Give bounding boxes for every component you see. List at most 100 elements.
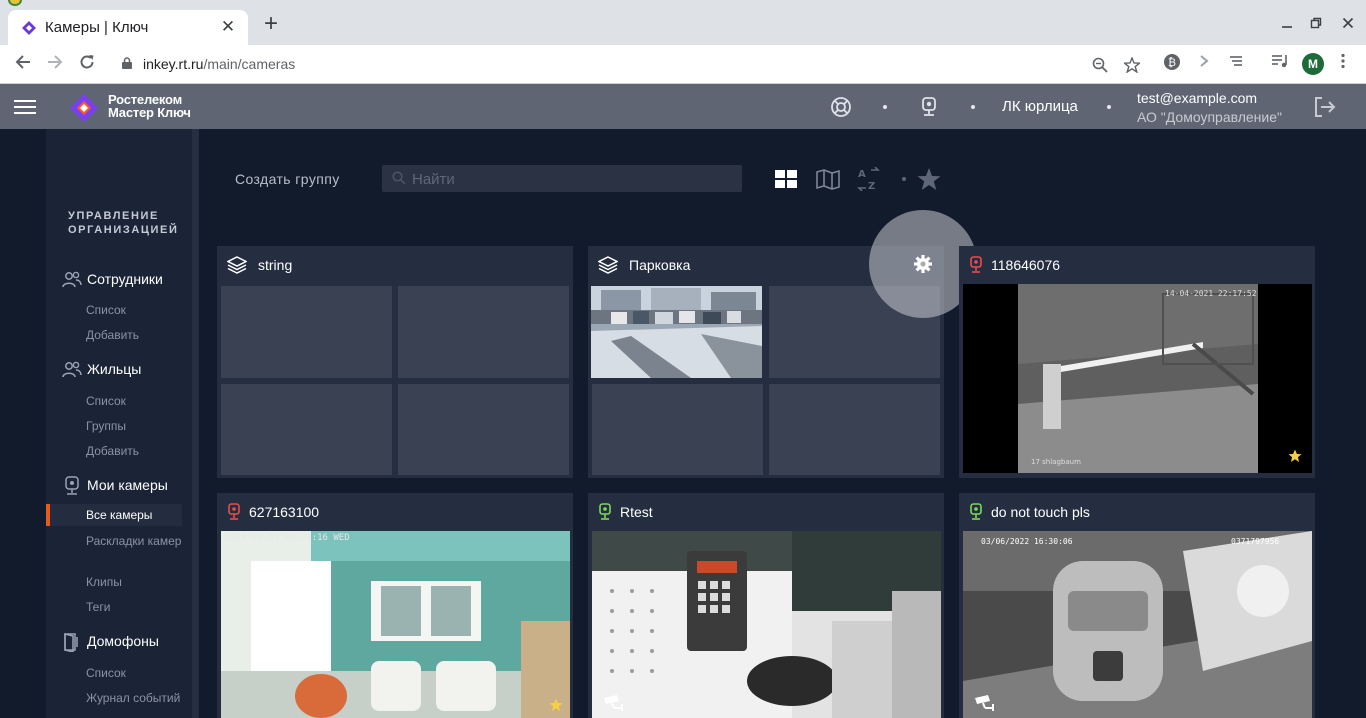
sidebar-subitem-residents-groups[interactable]: Группы	[86, 418, 186, 434]
header-separator-dot	[883, 105, 887, 109]
account-type[interactable]: ЛК юрлица	[1002, 98, 1078, 115]
sidebar-subitem-clips[interactable]: Клипы	[86, 574, 186, 590]
url-domain: inkey.rt.ru	[143, 56, 204, 72]
video-timestamp: 2020-04-01 09:22:16 WED	[225, 533, 350, 543]
favorite-star-icon[interactable]	[1288, 449, 1302, 463]
sidebar-subitem-camera-layouts[interactable]: Раскладки камер	[86, 533, 186, 549]
back-icon[interactable]	[12, 53, 34, 75]
camera-offline-icon	[970, 256, 982, 273]
app-header: Ростелеком Мастер Ключ ЛК юрлица test@ex…	[0, 84, 1366, 129]
sidebar-subitem-employees-list[interactable]: Список	[86, 302, 186, 318]
forward-icon[interactable]	[44, 53, 66, 75]
camera-online-icon	[970, 503, 982, 520]
camera-video-feed[interactable]: 14-04-2021 22:17:52 17 shlagbaum	[963, 284, 1312, 473]
grid-view-icon[interactable]	[774, 167, 798, 191]
camera-card[interactable]: Rtest	[588, 493, 944, 718]
gear-icon[interactable]	[913, 254, 933, 274]
sidebar-item-label: Мои камеры	[87, 477, 168, 493]
video-timestamp: 14-04-2021 22:17:52	[1165, 289, 1257, 298]
camera-group-card[interactable]: string	[217, 246, 573, 478]
webcam-icon[interactable]	[918, 96, 940, 118]
map-view-icon[interactable]	[816, 167, 840, 191]
tab-title: Камеры | Ключ	[45, 19, 149, 36]
bookmark-star-icon[interactable]	[1122, 56, 1142, 77]
toolbar-separator-dot	[902, 177, 906, 181]
user-organization: АО "Домоуправление"	[1137, 109, 1282, 125]
sidebar-subitem-employees-add[interactable]: Добавить	[86, 327, 186, 343]
group-thumbnail[interactable]	[221, 384, 392, 475]
new-tab-button[interactable]: +	[260, 12, 282, 36]
extension-arrow-icon[interactable]	[1194, 53, 1214, 73]
sidebar-scrollbar[interactable]	[192, 129, 199, 718]
logo-line2: Мастер Ключ	[108, 105, 191, 120]
search-input[interactable]	[412, 168, 732, 190]
sidebar-subitem-tags[interactable]: Теги	[86, 599, 186, 615]
camera-card[interactable]: 118646076 14-04-2021 22:17:52 17 shlagba…	[959, 246, 1315, 478]
svg-text:₿: ₿	[1168, 56, 1176, 69]
group-thumbnail[interactable]	[769, 384, 940, 475]
group-thumbnail[interactable]	[221, 286, 392, 378]
sidebar-subitem-residents-add[interactable]: Добавить	[86, 443, 186, 459]
logo-text[interactable]: Ростелеком Мастер Ключ	[108, 93, 191, 119]
browser-menu-icon[interactable]	[1333, 53, 1353, 73]
support-lifebuoy-icon[interactable]	[830, 96, 852, 118]
header-separator-dot	[1107, 105, 1111, 109]
camera-card[interactable]: 627163100 2020-04-01 09:22:16 WED	[217, 493, 573, 718]
sort-az-icon[interactable]: A Z	[857, 167, 881, 191]
browser-tab[interactable]: Камеры | Ключ ✕	[8, 10, 248, 45]
cctv-camera-icon	[604, 695, 623, 711]
card-title: string	[258, 257, 293, 273]
window-close-icon[interactable]	[1339, 15, 1357, 33]
extension-list-icon[interactable]	[1226, 53, 1246, 73]
layers-icon	[227, 256, 247, 274]
camera-offline-icon	[228, 503, 240, 520]
sidebar-subitem-label: Все камеры	[86, 508, 153, 522]
favorite-star-icon[interactable]	[549, 698, 563, 712]
sidebar-section-title: УПРАВЛЕНИЕ ОРГАНИЗАЦИЕЙ	[68, 210, 179, 236]
logout-icon[interactable]	[1313, 96, 1337, 118]
sidebar: УПРАВЛЕНИЕ ОРГАНИЗАЦИЕЙ Сотрудники Списо…	[46, 129, 192, 718]
group-thumbnail[interactable]	[398, 384, 569, 475]
extension-ruble-icon[interactable]: ₿	[1162, 53, 1182, 73]
user-email[interactable]: test@example.com	[1137, 90, 1257, 106]
video-caption: 0371797956	[1231, 537, 1279, 546]
sidebar-item-label: Жильцы	[87, 361, 142, 377]
svg-text:A: A	[858, 169, 866, 180]
layers-icon	[598, 256, 618, 274]
sidebar-subitem-event-log[interactable]: Журнал событий	[86, 690, 186, 706]
camera-video-feed[interactable]	[592, 531, 941, 718]
create-group-button[interactable]: Создать группу	[235, 171, 340, 187]
active-indicator	[46, 504, 50, 526]
video-timestamp: 03/06/2022 16:30:06	[981, 537, 1073, 546]
card-header: string	[217, 246, 573, 284]
menu-icon[interactable]	[14, 99, 38, 115]
users-icon	[62, 361, 82, 378]
rostelecom-logo-icon	[70, 94, 98, 122]
sidebar-subitem-all-cameras[interactable]: Все камеры	[46, 504, 182, 526]
card-header: 627163100	[217, 493, 573, 531]
restore-icon[interactable]	[1307, 15, 1325, 33]
address-bar[interactable]: inkey.rt.ru/main/cameras	[110, 49, 1150, 79]
card-header: 118646076	[959, 246, 1315, 284]
parking-snapshot[interactable]	[591, 286, 762, 378]
minimize-icon[interactable]	[1278, 15, 1296, 33]
group-thumbnail[interactable]	[398, 286, 569, 378]
group-thumbnail[interactable]	[592, 384, 763, 475]
reload-icon[interactable]	[76, 53, 98, 75]
tab-close-icon[interactable]: ✕	[218, 17, 238, 37]
media-queue-icon[interactable]	[1270, 53, 1290, 73]
card-title: do not touch pls	[991, 504, 1090, 520]
zoom-icon[interactable]	[1090, 57, 1110, 77]
search-icon	[392, 171, 406, 185]
search-field[interactable]	[382, 165, 742, 192]
header-separator-dot	[971, 105, 975, 109]
sidebar-subitem-residents-list[interactable]: Список	[86, 393, 186, 409]
favorites-star-icon[interactable]	[917, 167, 941, 191]
camera-video-feed[interactable]: 03/06/2022 16:30:06 0371797956	[963, 531, 1312, 718]
sidebar-item-label: Домофоны	[87, 633, 159, 649]
camera-card[interactable]: do not touch pls 03/06/2022 16:30:06 037…	[959, 493, 1315, 718]
sidebar-subitem-intercoms-list[interactable]: Список	[86, 665, 186, 681]
card-title: Rtest	[620, 504, 653, 520]
camera-video-feed[interactable]: 2020-04-01 09:22:16 WED	[221, 531, 570, 718]
profile-avatar[interactable]: M	[1302, 53, 1324, 75]
